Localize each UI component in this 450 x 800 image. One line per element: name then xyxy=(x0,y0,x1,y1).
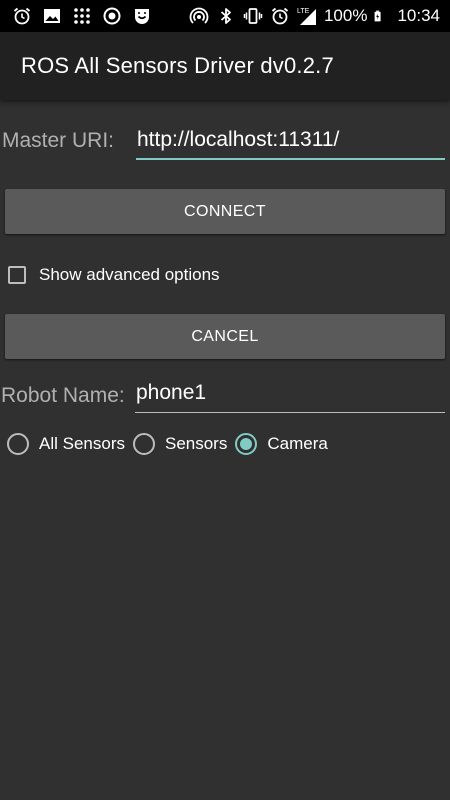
robot-name-label: Robot Name: xyxy=(1,384,125,407)
image-icon xyxy=(44,9,60,23)
radio-camera-selected-dot xyxy=(240,438,253,450)
battery-percentage: 100% xyxy=(323,6,368,25)
lte-signal-icon: LTE xyxy=(297,8,316,25)
alarm-icon xyxy=(13,7,31,25)
alarm-icon xyxy=(271,7,289,25)
advanced-options-label: Show advanced options xyxy=(39,265,220,284)
radio-sensors-circle[interactable] xyxy=(132,433,155,455)
master-uri-label: Master URI: xyxy=(2,129,115,152)
app-bar: ROS All Sensors Driver dv0.2.7 xyxy=(0,32,450,100)
status-bar-system: LTE 100% 10:34 xyxy=(189,0,440,32)
app-title: ROS All Sensors Driver dv0.2.7 xyxy=(21,53,334,78)
robot-name-input[interactable]: phone1 xyxy=(135,381,445,413)
battery-charging-icon xyxy=(375,10,382,22)
radio-all-sensors-circle[interactable] xyxy=(7,433,29,455)
cancel-button[interactable]: CANCEL xyxy=(5,314,445,359)
grid-dots-icon xyxy=(74,8,90,24)
sensor-mode-radio-group: All Sensors Sensors Camera xyxy=(7,430,336,458)
radio-sensors-label: Sensors xyxy=(164,434,228,453)
svg-text:LTE: LTE xyxy=(297,8,310,15)
record-icon xyxy=(103,7,121,25)
advanced-options-checkbox[interactable] xyxy=(8,266,26,284)
shield-smile-icon xyxy=(135,9,149,24)
hotspot-icon xyxy=(189,7,209,24)
connect-button[interactable]: CONNECT xyxy=(5,189,445,234)
status-bar: LTE 100% 10:34 xyxy=(0,0,450,32)
radio-all-sensors-label: All Sensors xyxy=(39,434,125,453)
radio-sensors[interactable]: Sensors xyxy=(132,433,228,455)
advanced-options-checkbox-row[interactable]: Show advanced options xyxy=(8,262,220,288)
clock: 10:34 xyxy=(397,6,440,25)
bluetooth-icon xyxy=(220,8,231,24)
vibrate-icon xyxy=(243,8,263,24)
status-bar-notifications xyxy=(0,6,152,26)
radio-camera[interactable]: Camera xyxy=(235,433,328,455)
radio-camera-circle[interactable] xyxy=(235,433,258,455)
radio-all-sensors[interactable]: All Sensors xyxy=(7,433,125,455)
radio-camera-label: Camera xyxy=(267,434,328,453)
master-uri-input[interactable]: http://localhost:11311/ xyxy=(136,128,445,160)
